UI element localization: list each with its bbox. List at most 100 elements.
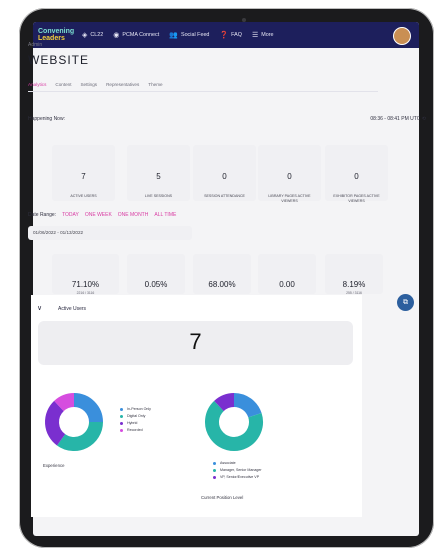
tab-settings[interactable]: Settings <box>80 82 97 87</box>
legend-item: Manager, Senior Manager <box>213 468 262 472</box>
donut-slice-recorded <box>54 393 75 412</box>
metric-value: 7 <box>81 172 86 181</box>
legend-item: Recorded <box>120 428 151 432</box>
legend-swatch <box>120 428 123 432</box>
legend-item: Associate <box>213 461 262 465</box>
stat-card: 0.05% <box>127 254 185 294</box>
active-users-panel: ∨ Active Users 7 In-Person Only Digital … <box>31 295 362 517</box>
legend-item: In-Person Only <box>120 407 151 411</box>
position-level-donut <box>205 393 263 451</box>
chevron-down-icon[interactable]: ∨ <box>37 304 42 312</box>
legend-swatch <box>213 461 216 465</box>
legend-swatch <box>120 407 123 411</box>
breadcrumb[interactable]: Admin <box>28 42 42 48</box>
tab-bar: Analytics Content Settings Representativ… <box>28 82 163 87</box>
legend-swatch <box>213 468 216 472</box>
nav-item-faq[interactable]: ❓ FAQ <box>219 31 242 39</box>
donut-slice-vp-senior-executive-vp <box>214 393 235 412</box>
legend-swatch <box>120 414 123 418</box>
position-level-caption: Current Position Level <box>201 495 244 500</box>
legend-label: Associate <box>220 461 236 465</box>
stat-value: 0.00 <box>279 280 295 289</box>
donut-slice-digital-only <box>56 421 103 451</box>
metric-label: EXHIBITOR PAGES ACTIVE VIEWERS <box>333 194 380 203</box>
donut-slice-associate <box>233 393 262 418</box>
panel-title: Active Users <box>58 306 87 312</box>
experience-donut <box>45 393 103 451</box>
nav-item-cl22[interactable]: ◈ CL22 <box>82 31 103 39</box>
tab-theme[interactable]: Theme <box>148 82 162 87</box>
diamond-icon: ◈ <box>82 32 88 39</box>
stat-value: 0.05% <box>144 280 168 289</box>
legend-label: Recorded <box>127 428 143 432</box>
metric-label: ACTIVE USERS <box>70 194 97 198</box>
stat-value: 71.10% <box>71 280 100 289</box>
stat-value: 68.00% <box>208 280 236 289</box>
chat-button[interactable]: ⧉ <box>397 294 414 311</box>
metric-card-exhibitor-viewers: 0 EXHIBITOR PAGES ACTIVE VIEWERS <box>325 145 388 203</box>
metric-label: LIVE SESSIONS <box>144 194 173 198</box>
metric-card-active-users: 7 ACTIVE USERS <box>52 145 115 201</box>
active-users-total: 7 <box>189 329 202 354</box>
nav-item-label: More <box>261 32 274 38</box>
nav-item-pcma-connect[interactable]: ◉ PCMA Connect <box>113 31 159 39</box>
metric-card-library-viewers: 0 LIBRARY PAGES ACTIVE VIEWERS <box>258 145 321 203</box>
tab-representatives[interactable]: Representatives <box>106 82 139 87</box>
legend-label: In-Person Only <box>127 407 151 411</box>
happening-now-label: Happening Now: <box>28 116 65 122</box>
tab-analytics[interactable]: Analytics <box>28 82 46 87</box>
nav-item-label: FAQ <box>231 32 242 38</box>
date-range-bar: Date Range: TODAY ONE WEEK ONE MONTH ALL… <box>28 212 176 218</box>
date-range-label: Date Range: <box>28 212 57 218</box>
range-today[interactable]: TODAY <box>62 212 79 218</box>
metric-label: SESSION ATTENDANCE <box>204 194 245 198</box>
time-range-text: 08:36 - 08:41 PM UTC <box>370 116 421 122</box>
experience-legend: In-Person Only Digital Only Hybrid Recor… <box>120 407 151 435</box>
metric-value: 0 <box>287 172 292 181</box>
tab-content[interactable]: Content <box>55 82 71 87</box>
metric-card-live-sessions: 5 LIVE SESSIONS <box>127 145 190 201</box>
legend-label: Manager, Senior Manager <box>220 468 262 472</box>
nav-item-label: PCMA Connect <box>122 32 160 38</box>
legend-label: Digital Only <box>127 414 146 418</box>
stat-card: 68.00% <box>193 254 251 294</box>
metric-value: 0 <box>222 172 227 181</box>
range-one-week[interactable]: ONE WEEK <box>85 212 112 218</box>
metric-value: 0 <box>354 172 359 181</box>
position-level-legend: Associate Manager, Senior Manager VP, Se… <box>213 461 262 482</box>
legend-label: Hybrid <box>127 421 138 425</box>
stat-value: 8.19% <box>342 280 366 289</box>
range-one-month[interactable]: ONE MONTH <box>118 212 149 218</box>
experience-caption: Experience <box>43 463 65 468</box>
legend-item: Hybrid <box>120 421 151 425</box>
nav-item-label: CL22 <box>90 32 104 38</box>
nav-item-social-feed[interactable]: 👥 Social Feed <box>169 31 209 39</box>
legend-label: VP, Senior/Executive VP <box>220 475 260 479</box>
page-title: WEBSITE <box>28 53 90 67</box>
time-range: 08:36 - 08:41 PM UTC ⟲ <box>370 116 426 122</box>
legend-item: VP, Senior/Executive VP <box>213 475 262 479</box>
legend-swatch <box>213 475 216 479</box>
metric-card-session-attendance: 0 SESSION ATTENDANCE <box>193 145 256 201</box>
nav-item-label: Social Feed <box>180 32 210 38</box>
people-icon: 👥 <box>169 32 178 39</box>
menu-icon: ☰ <box>251 32 259 39</box>
help-icon: ❓ <box>219 32 229 39</box>
logo[interactable]: Convening Leaders <box>38 28 75 42</box>
donut-slice-hybrid <box>45 400 66 446</box>
logo-line1: Convening <box>38 28 75 35</box>
tab-divider <box>28 91 378 92</box>
nav-item-more[interactable]: ☰ More <box>252 31 274 39</box>
stat-card: 0.00 <box>258 254 316 294</box>
logo-line2: Leaders <box>38 35 65 42</box>
legend-item: Digital Only <box>120 414 151 418</box>
donut-slice-in-person-only <box>73 393 103 423</box>
stat-card: 71.10% 2216 / 3116 <box>52 254 119 295</box>
top-nav: Convening Leaders ◈ CL22 ◉ PCMA Connect … <box>33 22 419 48</box>
date-range-input[interactable]: 01/06/2022 - 01/13/2022 <box>28 226 192 240</box>
refresh-icon[interactable]: ⟲ <box>422 116 426 122</box>
range-all-time[interactable]: ALL TIME <box>154 212 176 218</box>
legend-swatch <box>120 421 123 425</box>
avatar[interactable] <box>393 27 411 45</box>
metric-label: LIBRARY PAGES ACTIVE VIEWERS <box>268 194 311 203</box>
